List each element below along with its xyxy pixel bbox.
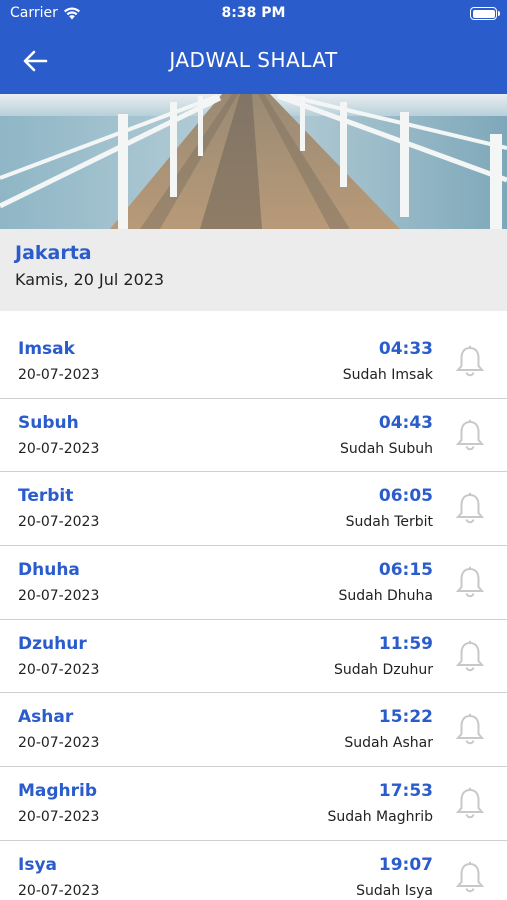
page-title: JADWAL SHALAT — [169, 48, 338, 72]
prayer-name: Isya — [18, 854, 57, 875]
prayer-time: 15:22 — [378, 707, 433, 728]
bell-icon[interactable] — [455, 566, 485, 598]
status-bar: Carrier 8:38 PM — [0, 0, 507, 28]
battery-icon — [470, 7, 500, 20]
prayer-name: Imsak — [18, 339, 75, 359]
bell-icon[interactable] — [455, 345, 485, 377]
prayer-time: 04:33 — [378, 339, 433, 359]
prayer-name: Ashar — [18, 707, 74, 728]
bell-icon[interactable] — [455, 492, 485, 524]
prayer-name: Dhuha — [18, 560, 80, 581]
prayer-row-terbit: Terbit 20-07-2023 06:05 Sudah Terbit — [0, 472, 507, 547]
bell-icon[interactable] — [455, 419, 485, 451]
bell-icon[interactable] — [455, 713, 485, 745]
prayer-row-imsak: Imsak 20-07-2023 04:33 Sudah Imsak — [0, 325, 507, 399]
prayer-time-list: Imsak 20-07-2023 04:33 Sudah Imsak Subuh… — [0, 325, 507, 900]
prayer-name: Subuh — [18, 412, 79, 433]
prayer-time: 17:53 — [378, 781, 433, 802]
prayer-date: 20-07-2023 — [18, 440, 100, 457]
prayer-status: Sudah Imsak — [342, 367, 433, 383]
prayer-status: Sudah Dhuha — [338, 588, 433, 605]
prayer-time: 06:05 — [378, 486, 433, 507]
prayer-date: 20-07-2023 — [18, 882, 100, 899]
prayer-status: Sudah Subuh — [340, 440, 433, 457]
prayer-date: 20-07-2023 — [18, 514, 100, 531]
prayer-status: Sudah Maghrib — [327, 809, 434, 826]
prayer-status: Sudah Isya — [356, 882, 433, 899]
current-date: Kamis, 20 Jul 2023 — [15, 270, 165, 289]
prayer-status: Sudah Dzuhur — [333, 661, 433, 678]
location-panel: Jakarta Kamis, 20 Jul 2023 — [0, 229, 507, 311]
prayer-status: Sudah Ashar — [344, 735, 433, 752]
prayer-row-isya: Isya 20-07-2023 19:07 Sudah Isya — [0, 841, 507, 900]
prayer-name: Dzuhur — [18, 633, 87, 654]
prayer-time: 11:59 — [378, 633, 433, 654]
prayer-date: 20-07-2023 — [18, 367, 100, 383]
status-time: 8:38 PM — [221, 5, 286, 21]
prayer-row-maghrib: Maghrib 20-07-2023 17:53 Sudah Maghrib — [0, 767, 507, 841]
prayer-row-dzuhur: Dzuhur 20-07-2023 11:59 Sudah Dzuhur — [0, 620, 507, 694]
prayer-date: 20-07-2023 — [18, 735, 100, 752]
prayer-row-ashar: Ashar 20-07-2023 15:22 Sudah Ashar — [0, 693, 507, 768]
prayer-row-dhuha: Dhuha 20-07-2023 06:15 Sudah Dhuha — [0, 546, 507, 620]
city-name: Jakarta — [15, 242, 92, 264]
prayer-row-subuh: Subuh 20-07-2023 04:43 Sudah Subuh — [0, 399, 507, 473]
prayer-name: Terbit — [18, 486, 74, 507]
prayer-time: 19:07 — [378, 854, 433, 875]
prayer-date: 20-07-2023 — [18, 809, 100, 826]
banner-image — [0, 94, 507, 229]
header: JADWAL SHALAT — [0, 28, 507, 94]
bell-icon[interactable] — [455, 640, 485, 672]
prayer-date: 20-07-2023 — [18, 661, 100, 678]
prayer-name: Maghrib — [18, 781, 98, 802]
app-top-bar: Carrier 8:38 PM JADWAL SHALAT — [0, 0, 507, 94]
bell-icon[interactable] — [455, 861, 485, 893]
prayer-time: 04:43 — [378, 412, 433, 433]
pier-image — [0, 94, 507, 229]
prayer-status: Sudah Terbit — [345, 514, 433, 531]
prayer-date: 20-07-2023 — [18, 588, 100, 605]
prayer-time: 06:15 — [378, 560, 433, 581]
bell-icon[interactable] — [455, 787, 485, 819]
